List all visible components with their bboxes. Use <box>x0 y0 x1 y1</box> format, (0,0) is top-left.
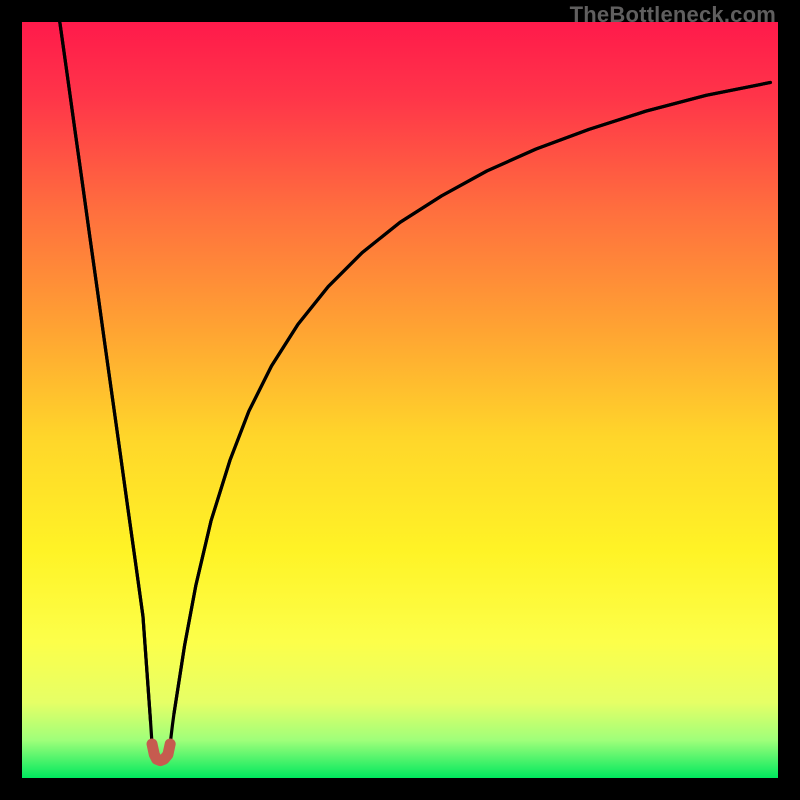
chart-background <box>22 22 778 778</box>
bottleneck-chart <box>22 22 778 778</box>
chart-frame <box>22 22 778 778</box>
